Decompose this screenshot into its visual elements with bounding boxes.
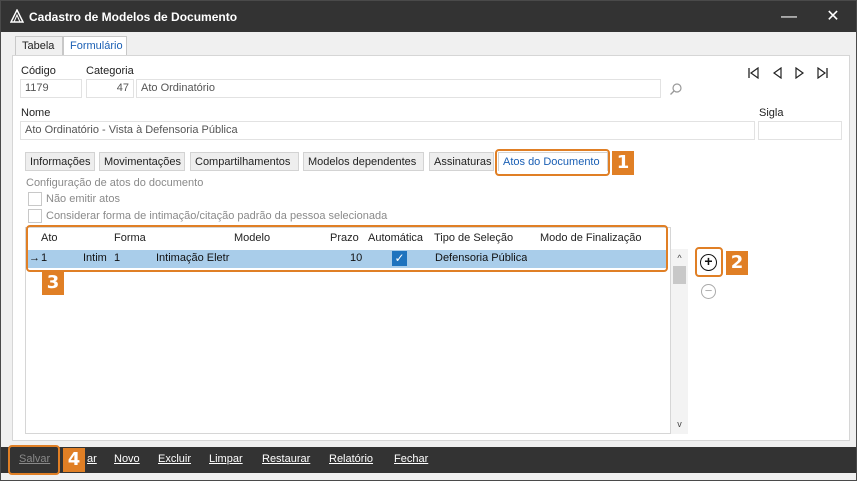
first-record-button[interactable] xyxy=(747,66,760,82)
report-button[interactable]: Relatório xyxy=(329,453,373,465)
tab-formulario[interactable]: Formulário xyxy=(63,36,127,56)
callout-badge-3: 3 xyxy=(42,271,64,295)
categoria-desc-field[interactable]: Ato Ordinatório xyxy=(136,79,661,98)
scroll-up-icon[interactable]: ^ xyxy=(671,251,688,265)
restore-button[interactable]: Restaurar xyxy=(262,453,310,465)
app-logo-icon xyxy=(10,9,24,23)
tab-movimentacoes[interactable]: Movimentações xyxy=(99,152,185,171)
prev-record-button[interactable] xyxy=(772,66,783,82)
tab-compartilhamentos[interactable]: Compartilhamentos xyxy=(190,152,299,171)
tab-tabela[interactable]: Tabela xyxy=(15,36,63,56)
callout-badge-2: 2 xyxy=(726,251,748,275)
window-title: Cadastro de Modelos de Documento xyxy=(29,10,238,24)
application-window: Cadastro de Modelos de Documento — ✕ Tab… xyxy=(0,0,857,481)
sigla-field[interactable] xyxy=(758,121,842,140)
nome-field[interactable]: Ato Ordinatório - Vista à Defensoria Púb… xyxy=(20,121,755,140)
partial-hidden-button[interactable]: ar xyxy=(87,453,97,465)
first-record-icon xyxy=(748,66,759,80)
callout-badge-4: 4 xyxy=(63,448,85,472)
next-record-icon xyxy=(795,66,805,80)
title-bar: Cadastro de Modelos de Documento — ✕ xyxy=(1,1,856,32)
new-button[interactable]: Novo xyxy=(114,453,140,465)
clear-button[interactable]: Limpar xyxy=(209,453,243,465)
codigo-label: Código xyxy=(21,65,56,77)
last-record-icon xyxy=(817,66,828,80)
last-record-button[interactable] xyxy=(816,66,829,82)
grid-scrollbar[interactable]: ^ v xyxy=(671,249,688,434)
tab-informacoes[interactable]: Informações xyxy=(25,152,95,171)
atos-section-title: Configuração de atos do documento xyxy=(26,177,204,189)
minimize-button[interactable]: — xyxy=(766,1,812,32)
nao-emitir-atos-label: Não emitir atos xyxy=(46,193,120,205)
considerar-forma-checkbox[interactable] xyxy=(28,209,42,223)
tab-assinaturas[interactable]: Assinaturas xyxy=(429,152,494,171)
delete-button[interactable]: Excluir xyxy=(158,453,191,465)
nao-emitir-atos-checkbox[interactable] xyxy=(28,192,42,206)
scroll-down-icon[interactable]: v xyxy=(671,417,688,431)
prev-record-icon xyxy=(772,66,782,80)
callout-frame-2 xyxy=(695,247,723,277)
callout-frame-3 xyxy=(26,225,668,272)
search-icon[interactable] xyxy=(669,82,683,96)
callout-badge-1: 1 xyxy=(612,151,634,175)
tab-modelos-dependentes[interactable]: Modelos dependentes xyxy=(303,152,424,171)
codigo-field[interactable]: 1179 xyxy=(20,79,82,98)
nome-label: Nome xyxy=(21,107,51,119)
scroll-thumb[interactable] xyxy=(673,266,686,284)
action-bar: Salvar ar Novo Excluir Limpar Restaurar … xyxy=(1,447,856,473)
next-record-button[interactable] xyxy=(794,66,805,82)
considerar-forma-label: Considerar forma de intimação/citação pa… xyxy=(46,210,388,222)
close-form-button[interactable]: Fechar xyxy=(394,453,428,465)
callout-frame-1 xyxy=(495,149,610,176)
categoria-label: Categoria xyxy=(86,65,134,77)
close-button[interactable]: ✕ xyxy=(810,1,856,32)
remove-ato-button[interactable]: − xyxy=(701,284,716,299)
categoria-code-field[interactable]: 47 xyxy=(86,79,134,98)
callout-frame-4 xyxy=(8,445,60,475)
sigla-label: Sigla xyxy=(759,107,784,119)
